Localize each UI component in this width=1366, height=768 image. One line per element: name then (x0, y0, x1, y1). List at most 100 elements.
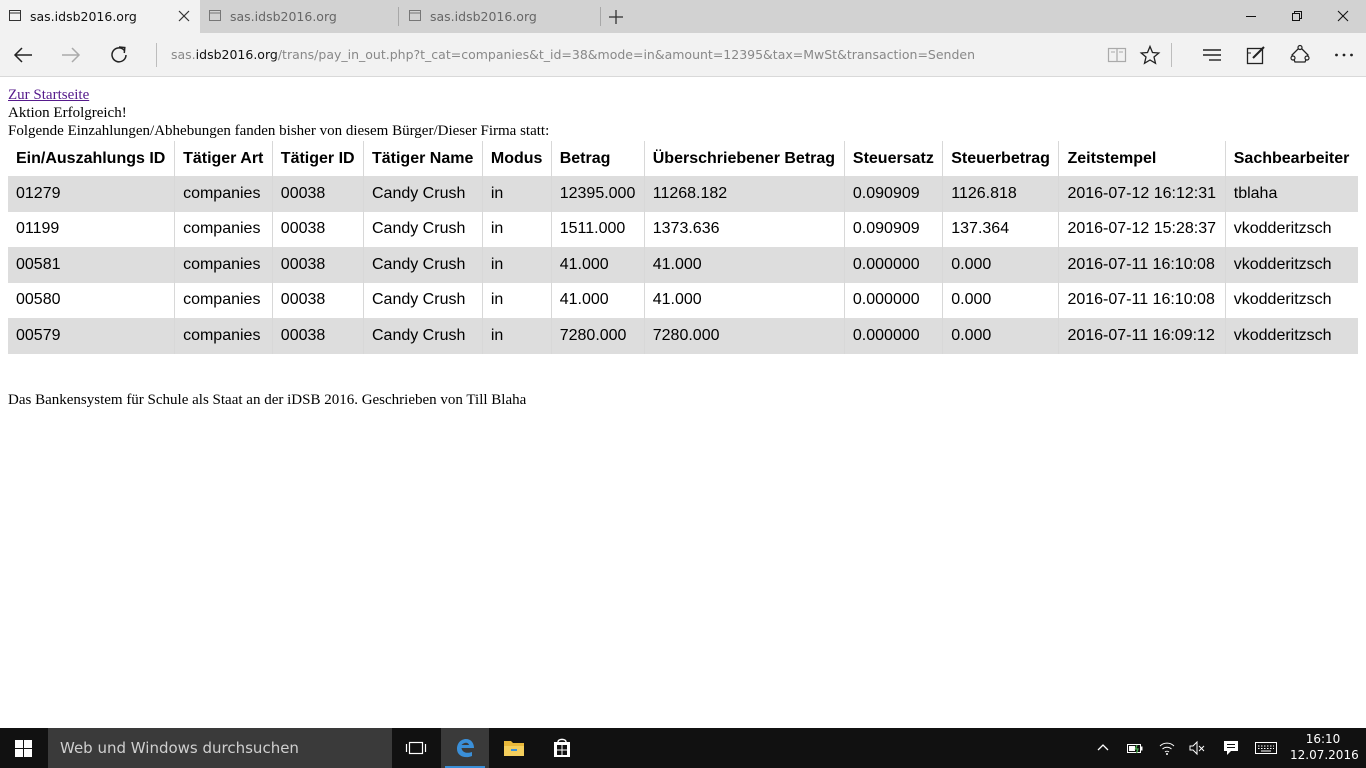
tab-1[interactable]: sas.idsb2016.org (0, 0, 200, 33)
column-header: Steuerbetrag (942, 141, 1059, 176)
home-link[interactable]: Zur Startseite (8, 86, 89, 104)
chevron-up-icon (1097, 744, 1109, 751)
tab-title: sas.idsb2016.org (30, 9, 137, 24)
table-cell: 00038 (271, 318, 364, 354)
back-button[interactable] (0, 33, 44, 77)
volume-muted-icon (1189, 740, 1205, 756)
table-cell: 00581 (8, 247, 175, 283)
column-header: Betrag (550, 141, 645, 176)
table-cell: 0.090909 (843, 211, 943, 247)
show-hidden-icons-button[interactable] (1088, 728, 1118, 768)
clock-time: 16:10 (1305, 732, 1341, 746)
forward-button[interactable] (48, 33, 92, 77)
web-note-button[interactable] (1233, 33, 1277, 77)
status-message: Aktion Erfolgreich! (8, 105, 127, 121)
table-cell: 00038 (271, 282, 364, 318)
column-header: Überschriebener Betrag (643, 141, 845, 176)
table-cell: 137.364 (942, 211, 1059, 247)
taskbar: Web und Windows durchsuchen 16:10 12.07.… (0, 728, 1366, 768)
favorite-button[interactable] (1127, 33, 1171, 77)
search-input[interactable]: Web und Windows durchsuchen (48, 728, 392, 768)
table-cell: 01199 (8, 211, 175, 247)
table-cell: 0.000 (942, 247, 1059, 283)
table-cell: 00038 (271, 247, 364, 283)
table-cell: 41.000 (550, 282, 645, 318)
table-cell: 2016-07-11 16:10:08 (1058, 247, 1226, 283)
tab-strip: sas.idsb2016.org sas.idsb2016.org sas.id… (0, 0, 1366, 33)
battery-tray-button[interactable] (1120, 728, 1150, 768)
restore-button[interactable] (1274, 0, 1320, 33)
tab-separator (398, 7, 399, 26)
tab-3[interactable]: sas.idsb2016.org (400, 0, 600, 33)
refresh-button[interactable] (96, 33, 140, 77)
close-window-button[interactable] (1320, 0, 1366, 33)
tab-2[interactable]: sas.idsb2016.org (200, 0, 398, 33)
table-cell: Candy Crush (362, 211, 483, 247)
network-tray-button[interactable] (1152, 728, 1182, 768)
task-view-icon (405, 741, 427, 755)
table-cell: in (481, 282, 552, 318)
table-cell: 0.000 (942, 318, 1059, 354)
column-header: Modus (481, 141, 552, 176)
share-button[interactable] (1277, 33, 1321, 77)
new-tab-plus-icon[interactable] (606, 7, 626, 27)
close-icon[interactable] (178, 10, 190, 22)
address-bar[interactable]: sas.idsb2016.org/trans/pay_in_out.php?t_… (156, 43, 1086, 67)
tab-title: sas.idsb2016.org (230, 9, 337, 24)
column-header: Steuersatz (843, 141, 943, 176)
share-icon (1290, 44, 1310, 63)
refresh-icon (111, 46, 127, 63)
hub-icon (1203, 49, 1221, 61)
table-row: 01199 companies 00038 Candy Crush in 151… (8, 211, 1358, 247)
table-cell: 0.000 (942, 282, 1059, 318)
table-cell: 1126.818 (942, 176, 1059, 212)
address-host: idsb2016.org (195, 47, 278, 62)
page-icon (409, 10, 421, 21)
table-cell: vkodderitzsch (1224, 282, 1358, 318)
keyboard-tray-button[interactable] (1248, 728, 1284, 768)
tab-separator (600, 7, 601, 26)
table-cell: in (481, 211, 552, 247)
notification-icon (1224, 741, 1238, 755)
task-view-button[interactable] (392, 728, 440, 768)
table-cell: Candy Crush (362, 247, 483, 283)
more-icon (1335, 53, 1353, 57)
reading-view-icon (1107, 47, 1127, 63)
volume-tray-button[interactable] (1182, 728, 1212, 768)
minimize-button[interactable] (1228, 0, 1274, 33)
footer-text: Das Bankensystem für Schule als Staat an… (8, 392, 527, 408)
start-button[interactable] (0, 728, 48, 768)
table-cell: in (481, 176, 552, 212)
table-cell: 0.000000 (843, 318, 943, 354)
table-cell: companies (174, 282, 273, 318)
table-cell: 2016-07-12 16:12:31 (1058, 176, 1226, 212)
store-button[interactable] (538, 728, 586, 768)
tab-title: sas.idsb2016.org (430, 9, 537, 24)
table-cell: 2016-07-11 16:09:12 (1058, 318, 1226, 354)
file-explorer-button[interactable] (490, 728, 538, 768)
web-note-icon (1246, 46, 1265, 65)
action-center-button[interactable] (1216, 728, 1246, 768)
table-cell: vkodderitzsch (1224, 247, 1358, 283)
edge-taskbar-button[interactable] (441, 728, 489, 768)
star-icon (1139, 44, 1161, 65)
table-cell: vkodderitzsch (1224, 211, 1358, 247)
forward-arrow-icon (62, 47, 81, 63)
table-cell: 1373.636 (643, 211, 845, 247)
table-cell: 41.000 (643, 247, 845, 283)
page-icon (209, 10, 221, 21)
wifi-icon (1159, 742, 1175, 755)
table-cell: 11268.182 (643, 176, 845, 212)
keyboard-icon (1255, 742, 1277, 754)
more-button[interactable] (1321, 33, 1365, 77)
table-cell: tblaha (1224, 176, 1358, 212)
hub-button[interactable] (1189, 33, 1233, 77)
column-header: Tätiger ID (271, 141, 364, 176)
table-row: 00579 companies 00038 Candy Crush in 728… (8, 318, 1358, 354)
store-bag-icon (554, 738, 570, 757)
column-header: Tätiger Art (174, 141, 273, 176)
column-header: Ein/Auszahlungs ID (8, 141, 175, 176)
transactions-table: Ein/Auszahlungs ID Tätiger Art Tätiger I… (8, 141, 1358, 354)
clock[interactable]: 16:10 12.07.2016 (1290, 731, 1359, 763)
edge-browser-icon (457, 739, 474, 758)
